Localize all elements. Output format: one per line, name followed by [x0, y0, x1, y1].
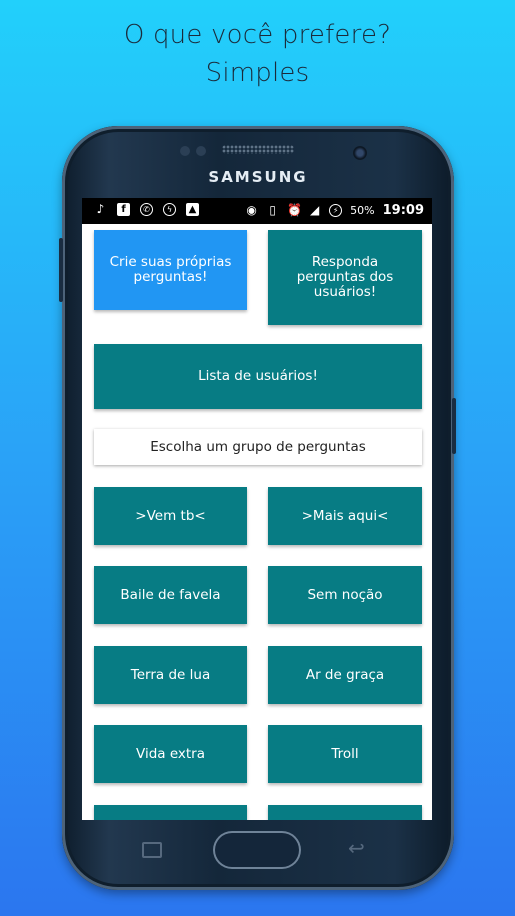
- choose-group-label: Escolha um grupo de perguntas: [150, 438, 366, 455]
- promo-title: O que você prefere?: [123, 20, 392, 50]
- vibrate-icon: ▯: [269, 203, 276, 217]
- choose-group-header: Escolha um grupo de perguntas: [94, 429, 422, 465]
- group-button[interactable]: >Mais aqui<: [268, 487, 422, 545]
- messenger-icon: ϟ: [163, 203, 176, 216]
- user-list-label: Lista de usuários!: [198, 368, 318, 384]
- group-label: Troll: [331, 745, 359, 762]
- group-label: >Vem tb<: [135, 507, 206, 524]
- recent-apps-icon[interactable]: [142, 842, 162, 858]
- group-label: Terra de lua: [130, 666, 211, 683]
- group-label: Baile de favela: [120, 586, 221, 603]
- group-label: Ar de graça: [305, 666, 385, 683]
- group-button[interactable]: >Vem tb<: [94, 487, 247, 545]
- signal-icon: ◢: [310, 203, 320, 217]
- group-button[interactable]: Terra de lua: [94, 646, 247, 704]
- group-button[interactable]: Baile de favela: [94, 566, 247, 624]
- group-label: Sem noção: [307, 586, 383, 603]
- phone-volume-button: [59, 238, 63, 302]
- create-questions-button[interactable]: Crie suas próprias perguntas!: [94, 230, 247, 310]
- light-sensor: [196, 146, 206, 156]
- status-bar: ♪ f ✆ ϟ ▲ ◉ ▯ ⏰ ◢ ⚡ 50% 19:09: [82, 198, 432, 224]
- user-list-button[interactable]: Lista de usuários!: [94, 344, 422, 409]
- brand-logo: SAMSUNG: [208, 168, 308, 186]
- battery-percentage: 50%: [350, 204, 375, 217]
- front-camera: [353, 146, 367, 160]
- alarm-icon: ⏰: [287, 203, 303, 217]
- group-label: Vida extra: [136, 745, 205, 762]
- battery-charging-icon: ⚡: [329, 204, 343, 217]
- status-clock: 19:09: [382, 203, 424, 218]
- group-button[interactable]: Ar de graça: [268, 646, 422, 704]
- answer-questions-button[interactable]: Responda perguntas dos usuários!: [268, 230, 422, 325]
- home-button[interactable]: [213, 831, 301, 869]
- back-icon[interactable]: ↩: [348, 836, 365, 860]
- image-icon: ▲: [186, 203, 199, 216]
- group-button[interactable]: Sem noção: [268, 566, 422, 624]
- proximity-sensor: [180, 146, 190, 156]
- app-content: Crie suas próprias perguntas! Responda p…: [82, 224, 432, 820]
- answer-questions-label: Responda perguntas dos usuários!: [296, 254, 394, 300]
- group-label: >Mais aqui<: [301, 507, 389, 524]
- hotspot-icon: ◉: [246, 203, 257, 217]
- phone-screen: ♪ f ✆ ϟ ▲ ◉ ▯ ⏰ ◢ ⚡ 50% 19:09 Crie suas …: [82, 198, 432, 820]
- whatsapp-icon: ✆: [140, 203, 153, 216]
- promo-subtitle: Simples: [205, 58, 310, 88]
- group-button[interactable]: Vida extra: [94, 725, 247, 783]
- group-button[interactable]: Troll: [268, 725, 422, 783]
- group-button[interactable]: [268, 805, 422, 820]
- phone-power-button: [452, 398, 456, 454]
- create-questions-label: Crie suas próprias perguntas!: [109, 254, 232, 285]
- music-note-icon: ♪: [96, 202, 105, 216]
- phone-frame: SAMSUNG ♪ f ✆ ϟ ▲ ◉ ▯ ⏰ ◢ ⚡ 50% 19:09 Cr…: [59, 126, 456, 890]
- earpiece-speaker: [222, 145, 294, 154]
- group-button[interactable]: [94, 805, 247, 820]
- facebook-icon: f: [117, 203, 130, 216]
